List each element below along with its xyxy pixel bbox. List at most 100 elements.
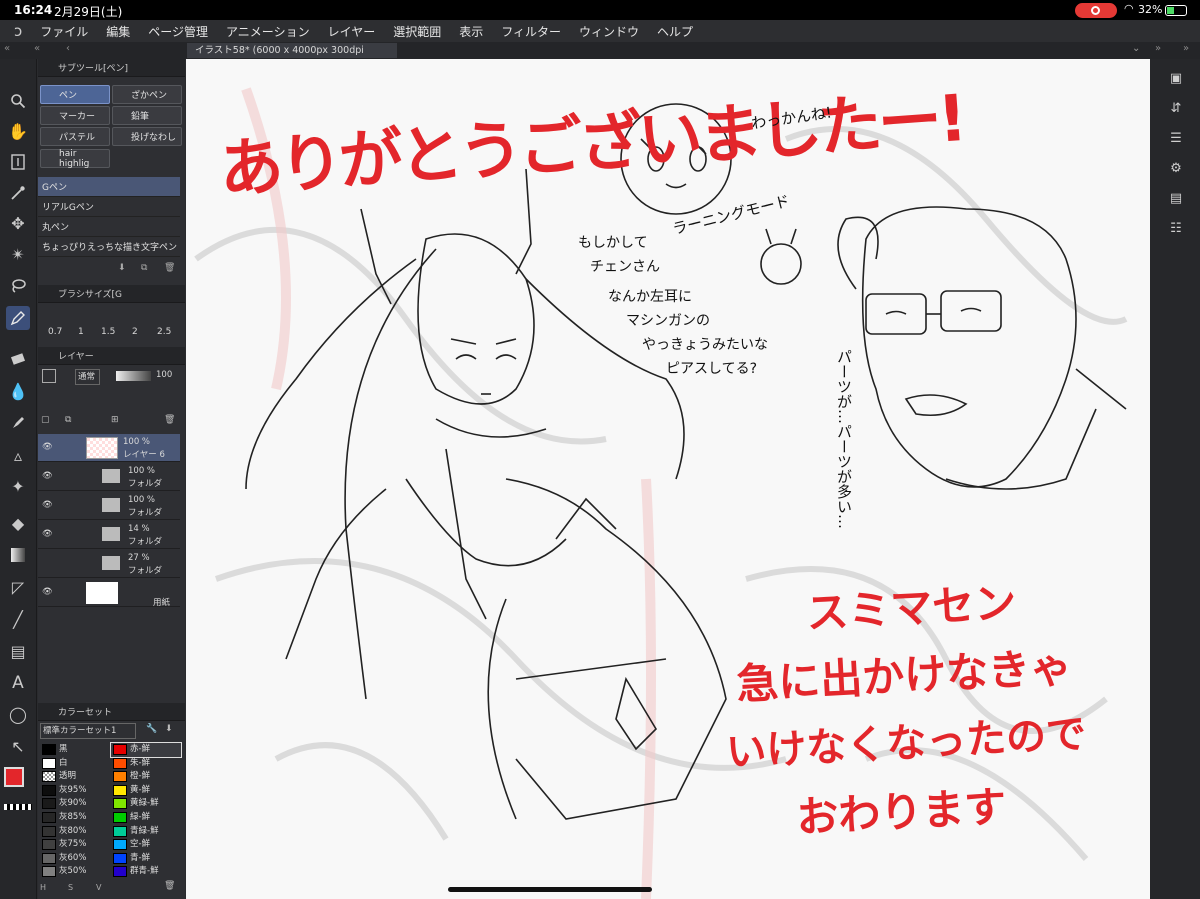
layer-tab[interactable]: レイヤー [38, 347, 185, 365]
colorset-select[interactable]: 標準カラーセット1 [40, 723, 136, 739]
zoom-icon[interactable] [6, 89, 30, 113]
subtool-button-pencil[interactable]: 鉛筆 [112, 106, 182, 125]
duplicate-subtool-icon[interactable]: ⧉ [141, 263, 147, 273]
eye-icon[interactable]: 👁 [42, 587, 53, 597]
brushsize-value[interactable]: 2 [132, 327, 138, 337]
subtool-button-lasso-fill[interactable]: 投げなわし [112, 127, 182, 146]
eye-icon[interactable]: 👁 [42, 529, 53, 539]
screen-recording-indicator[interactable] [1075, 3, 1117, 18]
brush-icon[interactable] [6, 411, 30, 435]
figure-icon[interactable]: ◸ [6, 575, 30, 599]
brushsize-value[interactable]: 1 [78, 327, 84, 337]
layer-row[interactable]: 27 % フォルダ [38, 550, 180, 578]
menu-animation[interactable]: アニメーション [226, 23, 310, 40]
collapse-far-right-icon[interactable]: » [1183, 43, 1189, 54]
canvas[interactable]: ありがとうございましたー! わっかんね! ラーニングモード もしかして チェンさ… [186, 59, 1150, 899]
new-layer-icon[interactable]: ⊞ [111, 415, 119, 425]
color-cell[interactable]: 空-鮮 [111, 838, 181, 852]
eye-icon[interactable]: 👁 [42, 500, 53, 510]
layer-row[interactable]: 👁 100 % フォルダ [38, 492, 180, 520]
color-cell[interactable]: 灰75% [40, 838, 110, 852]
home-indicator[interactable] [448, 887, 652, 892]
layer-row[interactable]: 👁 100 % レイヤー 6 [38, 434, 180, 462]
color-cell[interactable]: 灰80% [40, 825, 110, 839]
delete-color-icon[interactable]: 🗑 [164, 881, 175, 891]
eraser-icon[interactable] [6, 347, 30, 371]
subtool-button-marker[interactable]: マーカー [40, 106, 110, 125]
subtool-list-item[interactable]: リアルGペン [38, 197, 180, 217]
layer-color-icon[interactable] [42, 369, 56, 383]
color-cell[interactable]: 黒 [40, 743, 110, 757]
decoration-icon[interactable]: ▵ [6, 443, 30, 467]
airbrush-icon[interactable]: ✦ [6, 474, 30, 498]
subtool-button-zaka-pen[interactable]: ざかペン [112, 85, 182, 104]
properties-icon[interactable]: ⚙ [1167, 161, 1185, 179]
layer-row[interactable]: 👁 100 % フォルダ [38, 463, 180, 491]
menu-file[interactable]: ファイル [40, 23, 88, 40]
app-logo-icon[interactable]: ↄ [14, 22, 22, 40]
menu-edit[interactable]: 編集 [106, 23, 130, 40]
canvas-toggle-icon[interactable]: ▣ [1167, 71, 1185, 89]
blend-mode-select[interactable]: 通常 [75, 369, 100, 385]
color-cell[interactable]: 灰50% [40, 865, 110, 879]
eye-icon[interactable]: 👁 [42, 471, 53, 481]
color-cell[interactable]: 青緑-鮮 [111, 825, 181, 839]
subtool-button-pastel[interactable]: パステル [40, 127, 110, 146]
transparent-color-swatch[interactable] [4, 804, 32, 810]
document-tab[interactable]: イラスト58* (6000 x 4000px 300dpi 96.8%) [187, 43, 397, 71]
magic-wand-icon[interactable]: ✴ [6, 242, 30, 266]
transform-icon[interactable]: ⇵ [1167, 101, 1185, 119]
new-raster-layer-icon[interactable]: ▢ [41, 415, 50, 425]
subtool-list-item[interactable]: ちょっぴりえっちな描き文字ペン [38, 237, 180, 257]
line-icon[interactable]: ╱ [6, 607, 30, 631]
collapse-right-icon[interactable]: » [1155, 43, 1161, 54]
menu-layer[interactable]: レイヤー [328, 23, 376, 40]
chevron-left-icon[interactable]: ‹ [66, 43, 70, 54]
new-folder-icon[interactable]: ⧉ [65, 415, 71, 425]
h-key[interactable]: H [40, 883, 46, 892]
eye-icon[interactable]: 👁 [42, 442, 53, 452]
lasso-icon[interactable] [6, 274, 30, 298]
pen-icon[interactable] [6, 306, 30, 330]
operation-icon[interactable] [6, 150, 30, 174]
wrench-icon[interactable]: 🔧 [146, 724, 157, 734]
add-color-icon[interactable]: ⬇ [165, 724, 173, 734]
frame-icon[interactable]: ▤ [6, 639, 30, 663]
opacity-slider[interactable] [116, 371, 151, 381]
main-color-swatch[interactable] [4, 767, 24, 787]
color-cell[interactable]: 緑-鮮 [111, 811, 181, 825]
color-cell[interactable]: 黄緑-鮮 [111, 797, 181, 811]
fill-icon[interactable]: ◆ [6, 511, 30, 535]
opacity-value[interactable]: 100 [156, 370, 172, 380]
delete-layer-icon[interactable]: 🗑 [164, 415, 175, 425]
collapse-left-icon[interactable]: « [4, 43, 10, 54]
delete-subtool-icon[interactable]: 🗑 [164, 263, 175, 273]
color-cell[interactable]: 青-鮮 [111, 852, 181, 866]
subtool-button-pen[interactable]: ペン [40, 85, 110, 104]
subtool-button-hair-highlight[interactable]: hair highlig [40, 149, 110, 169]
move-icon[interactable]: ✥ [6, 211, 30, 235]
color-cell[interactable]: 黄-鮮 [111, 784, 181, 798]
color-cell[interactable]: 橙-鮮 [111, 770, 181, 784]
history-icon[interactable]: ☰ [1167, 131, 1185, 149]
sliders-icon[interactable]: ☷ [1167, 221, 1185, 239]
color-cell[interactable]: 灰95% [40, 784, 110, 798]
correct-line-icon[interactable]: ↖ [6, 734, 30, 758]
color-cell[interactable]: 透明 [40, 770, 110, 784]
brushsize-value[interactable]: 1.5 [101, 327, 115, 337]
copy-subtool-icon[interactable]: ⬇ [118, 263, 126, 273]
color-cell[interactable]: 朱-鮮 [111, 757, 181, 771]
balloon-icon[interactable]: ◯ [6, 702, 30, 726]
blend-icon[interactable]: 💧 [6, 379, 30, 403]
colorset-tab[interactable]: カラーセット [38, 703, 185, 721]
brushsize-value[interactable]: 2.5 [157, 327, 171, 337]
eyedropper-icon[interactable] [6, 181, 30, 205]
color-cell[interactable]: 灰60% [40, 852, 110, 866]
chevron-down-icon[interactable]: ⌄ [1132, 43, 1140, 54]
color-cell[interactable]: 白 [40, 757, 110, 771]
text-icon[interactable]: A [6, 671, 30, 695]
s-key[interactable]: S [68, 883, 73, 892]
subtool-tab[interactable]: サブツール[ペン] [38, 59, 185, 77]
subtool-list-item[interactable]: Gペン [38, 177, 180, 197]
menu-window[interactable]: ウィンドウ [579, 23, 639, 40]
